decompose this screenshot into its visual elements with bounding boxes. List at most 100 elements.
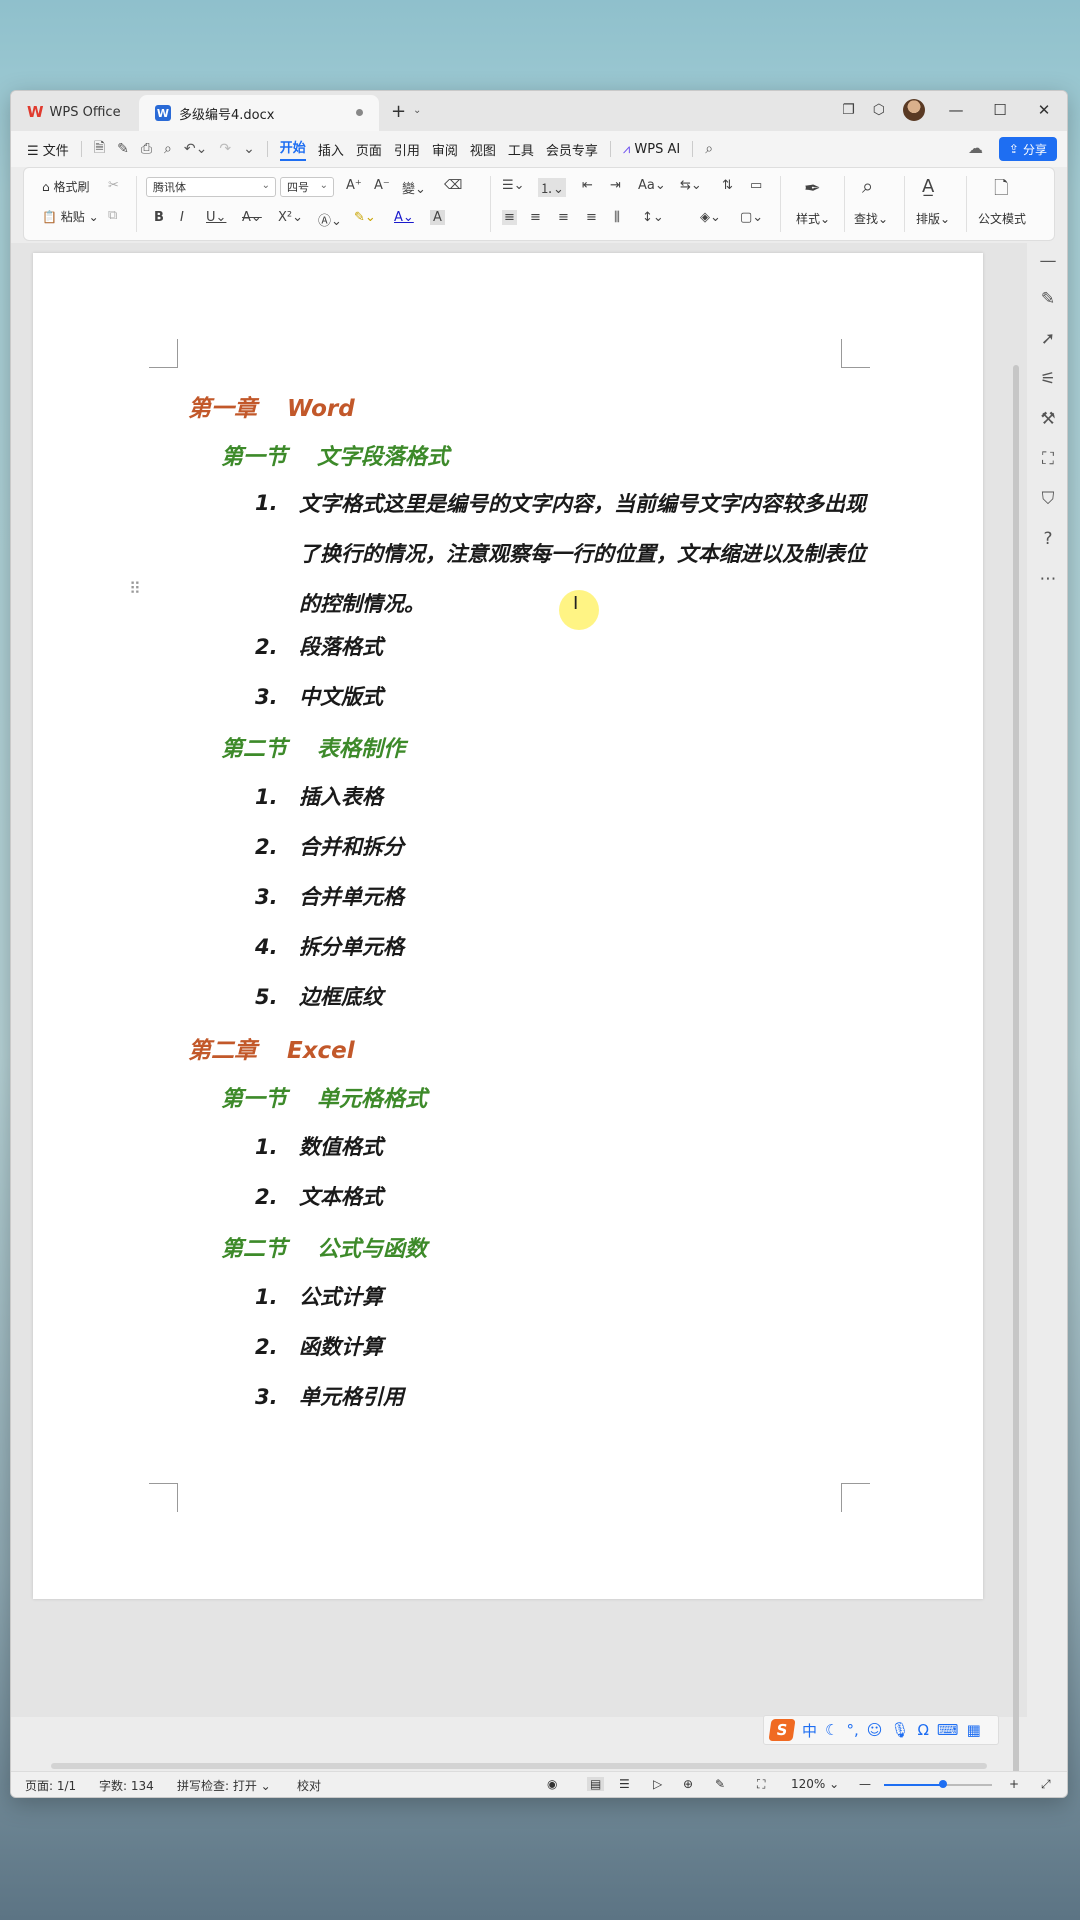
outline-view-icon[interactable]: ☰: [619, 1777, 630, 1791]
font-size-select[interactable]: 四号 ⌄: [280, 177, 334, 197]
list-item[interactable]: 2. 合并和拆分: [255, 831, 404, 861]
zoom-slider[interactable]: [884, 1780, 992, 1788]
list-item[interactable]: 1.: [255, 491, 299, 515]
strikethrough-icon[interactable]: A⌄: [242, 210, 262, 225]
save-icon[interactable]: 🗎: [94, 137, 105, 161]
grow-font-icon[interactable]: A⁺: [346, 178, 362, 193]
find-button[interactable]: 查找⌄: [854, 210, 888, 227]
share-button[interactable]: ⇪ 分享: [998, 137, 1057, 161]
search-icon[interactable]: ⌕: [705, 141, 713, 157]
write-mode-icon[interactable]: ✎: [715, 1777, 725, 1791]
distribute-icon[interactable]: ⫼: [614, 210, 620, 225]
help-icon[interactable]: ?: [1037, 529, 1059, 549]
moon-icon[interactable]: ☾: [825, 1721, 838, 1739]
align-right-icon[interactable]: ≡: [558, 210, 569, 225]
text-effect-icon[interactable]: Ⓐ⌄: [318, 210, 342, 229]
list-item[interactable]: 2. 段落格式: [255, 631, 383, 661]
chapter-heading[interactable]: 第二章 Excel: [188, 1031, 355, 1065]
tools-icon[interactable]: ⚒: [1037, 409, 1059, 429]
list-item[interactable]: 2. 文本格式: [255, 1181, 383, 1211]
eye-icon[interactable]: ◉: [547, 1777, 557, 1791]
font-color-icon[interactable]: A⌄: [394, 210, 414, 225]
emoji-icon[interactable]: ☺: [867, 1721, 883, 1739]
cloud-icon[interactable]: ☁: [968, 139, 983, 157]
scrollbar-thumb[interactable]: [1013, 365, 1019, 1785]
show-marks-icon[interactable]: ▭: [750, 178, 762, 193]
vertical-scrollbar[interactable]: [1011, 335, 1021, 1785]
fit-width-icon[interactable]: ⛶: [757, 1777, 765, 1792]
maximize-button[interactable]: ☐: [987, 101, 1013, 119]
find-icon[interactable]: ⌕: [862, 174, 873, 198]
collapse-icon[interactable]: —: [1037, 251, 1059, 271]
superscript-icon[interactable]: X²⌄: [278, 210, 303, 225]
document-page[interactable]: 第一章 Word 第一节 文字段落格式 1. 文字格式这里是编号的文字内容，当前编号…: [33, 253, 983, 1599]
list-item[interactable]: 3. 合并单元格: [255, 881, 404, 911]
format-painter-button[interactable]: ⌂ 格式刷: [42, 178, 89, 195]
list-item[interactable]: 5. 边框底纹: [255, 981, 383, 1011]
tab-home[interactable]: 开始: [279, 137, 306, 161]
eraser-icon[interactable]: ⌫: [444, 178, 462, 193]
page-indicator[interactable]: 页面: 1/1: [25, 1777, 76, 1794]
justify-icon[interactable]: ≡: [586, 210, 597, 225]
list-item[interactable]: 2. 函数计算: [255, 1331, 383, 1361]
fullscreen-icon[interactable]: ⤢: [1041, 1777, 1051, 1792]
tab-review[interactable]: 审阅: [432, 140, 458, 159]
proofread-button[interactable]: 校对: [297, 1777, 321, 1794]
section-heading[interactable]: 第一节 文字段落格式: [221, 439, 449, 471]
line-spacing-icon[interactable]: ↕⌄: [642, 210, 664, 225]
layout-icon[interactable]: A̲: [922, 176, 934, 197]
shirt-icon[interactable]: ⛉: [1037, 489, 1059, 509]
styles-button[interactable]: 样式⌄: [796, 210, 830, 227]
chapter-heading[interactable]: 第一章 Word: [188, 389, 355, 423]
select-arrow-icon[interactable]: ➚: [1037, 329, 1059, 349]
more-chevron-icon[interactable]: ⌄: [243, 141, 255, 157]
drag-handle-icon[interactable]: ⠿: [129, 579, 141, 598]
edit-pen-icon[interactable]: ✎: [1037, 289, 1059, 309]
tab-member[interactable]: 会员专享: [546, 140, 598, 159]
list-item[interactable]: 3. 单元格引用: [255, 1381, 404, 1411]
list-item[interactable]: 4. 拆分单元格: [255, 931, 404, 961]
page-view-icon[interactable]: ▤: [587, 1777, 605, 1791]
tab-view[interactable]: 视图: [470, 140, 496, 159]
pen-icon[interactable]: ✎: [117, 141, 129, 157]
zoom-in-button[interactable]: +: [1009, 1777, 1019, 1791]
zoom-out-button[interactable]: —: [859, 1777, 871, 1791]
paste-button[interactable]: 📋 粘贴 ⌄: [42, 208, 99, 225]
adjust-icon[interactable]: ⚟: [1037, 369, 1059, 389]
list-item[interactable]: 1. 公式计算: [255, 1281, 383, 1311]
tab-tools[interactable]: 工具: [508, 140, 534, 159]
play-icon[interactable]: ▷: [653, 1777, 662, 1791]
keyboard-icon[interactable]: ⌨: [937, 1721, 959, 1739]
avatar[interactable]: [903, 99, 925, 121]
section-heading[interactable]: 第二节 表格制作: [221, 731, 405, 763]
print-icon[interactable]: ⎙: [141, 141, 152, 157]
sort-icon[interactable]: ⇅: [722, 178, 733, 193]
tab-wps-ai[interactable]: ⩘ WPS AI: [623, 142, 680, 157]
increase-indent-icon[interactable]: ⇥: [610, 178, 621, 193]
align-center-icon[interactable]: ≡: [530, 210, 541, 225]
close-button[interactable]: ✕: [1031, 101, 1057, 119]
word-count[interactable]: 字数: 134: [99, 1777, 154, 1794]
shading-icon[interactable]: ◈⌄: [700, 210, 721, 225]
list-item[interactable]: 1. 数值格式: [255, 1131, 383, 1161]
cube-icon[interactable]: ⬡: [873, 102, 885, 118]
more-icon[interactable]: ⋯: [1037, 569, 1059, 589]
text-direction-icon[interactable]: ⇆⌄: [680, 178, 702, 193]
section-heading[interactable]: 第二节 公式与函数: [221, 1231, 427, 1263]
change-case-icon[interactable]: Aa⌄: [638, 178, 666, 193]
bullet-list-icon[interactable]: ☰⌄: [502, 178, 525, 193]
borders-icon[interactable]: ▢⌄: [740, 210, 763, 225]
italic-icon[interactable]: I: [180, 210, 184, 225]
styles-icon[interactable]: ✒: [804, 176, 821, 200]
undo-icon[interactable]: ↶⌄: [184, 141, 207, 157]
char-shading-icon[interactable]: A: [430, 210, 445, 225]
align-left-icon[interactable]: ≡: [502, 210, 517, 225]
copy-icon[interactable]: ⧉: [108, 208, 117, 223]
new-tab-button[interactable]: +: [391, 101, 406, 122]
print-preview-icon[interactable]: ⌕: [164, 141, 172, 157]
microphone-icon[interactable]: 🎙: [890, 1721, 909, 1739]
official-doc-icon[interactable]: 🗋: [994, 176, 1008, 206]
punctuation-icon[interactable]: °,: [846, 1721, 858, 1739]
numbered-list-icon[interactable]: ⒈⌄: [538, 178, 566, 197]
decrease-indent-icon[interactable]: ⇤: [582, 178, 593, 193]
